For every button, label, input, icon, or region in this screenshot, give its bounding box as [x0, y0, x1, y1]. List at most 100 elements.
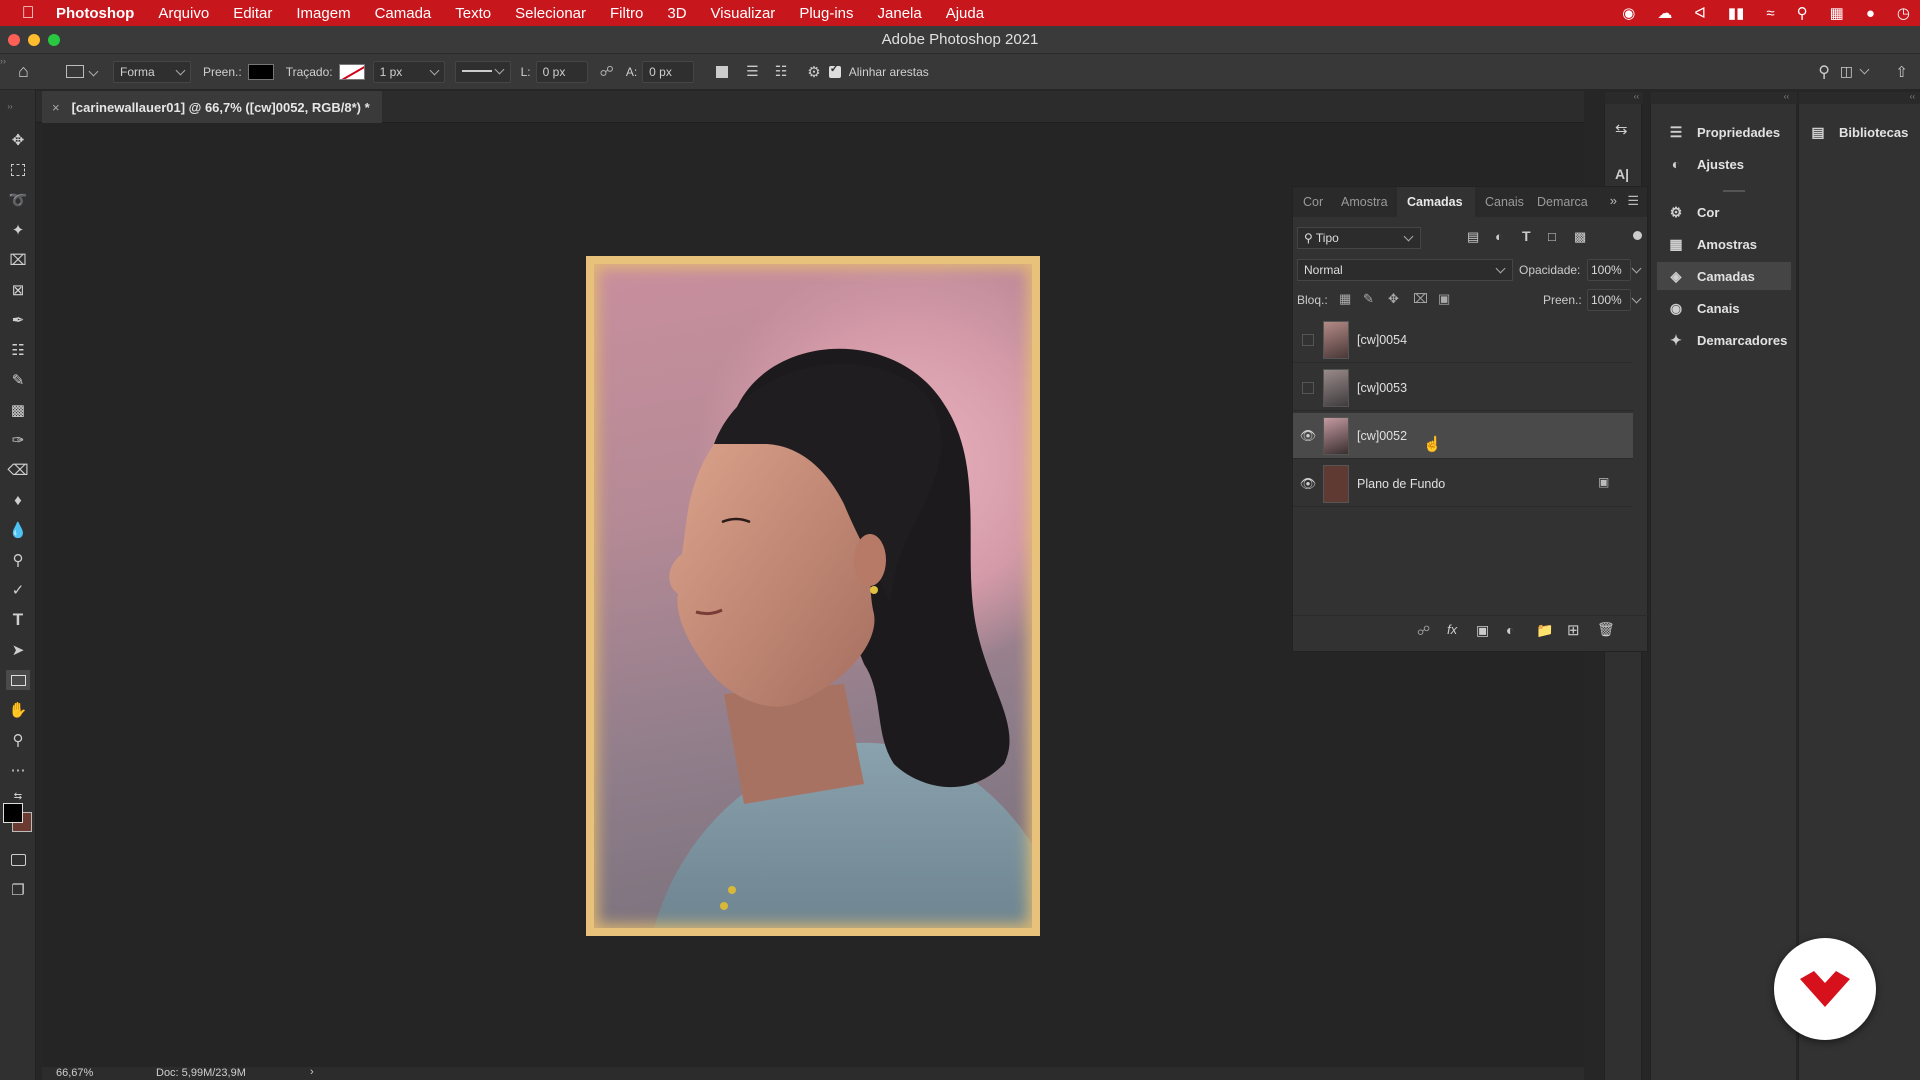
close-tab-icon[interactable]: × [52, 100, 60, 115]
character-panel-icon[interactable]: A| [1615, 166, 1629, 182]
adjustment-layer-icon[interactable]: ◐ [1506, 622, 1514, 638]
pen-tool-icon[interactable]: ✓ [8, 580, 28, 600]
eyedropper-tool-icon[interactable]: ✒ [8, 310, 28, 330]
dock-amostras[interactable]: ▦ Amostras [1657, 230, 1791, 258]
blur-tool-icon[interactable]: 💧 [8, 520, 28, 540]
filter-pixel-icon[interactable]: ▤ [1467, 229, 1479, 245]
filter-smart-object-icon[interactable]: ▩ [1574, 229, 1586, 245]
width-input[interactable]: 0 px [535, 60, 588, 83]
document-image[interactable] [586, 256, 1040, 936]
menu-imagem[interactable]: Imagem [296, 5, 350, 22]
history-panel-icon[interactable]: ⇆ [1615, 120, 1628, 138]
fx-icon[interactable]: fx [1447, 622, 1457, 637]
marquee-tool-icon[interactable] [8, 160, 28, 180]
tab-amostra[interactable]: Amostra [1335, 187, 1397, 217]
doc-size-info[interactable]: Doc: 5,99M/23,9M [156, 1067, 246, 1079]
menu-editar[interactable]: Editar [233, 5, 272, 22]
tab-demarca[interactable]: Demarca [1531, 187, 1597, 217]
lock-artboard-icon[interactable]: ⌧ [1413, 291, 1428, 307]
foreground-color-swatch[interactable] [3, 803, 23, 823]
layer-row-background[interactable]: 👁 Plano de Fundo ▣ [1293, 461, 1633, 507]
opacity-input[interactable]: 100% [1587, 259, 1631, 281]
link-layers-icon[interactable]: ☍ [1417, 623, 1430, 639]
menu-selecionar[interactable]: Selecionar [515, 5, 586, 22]
zoom-tool-icon[interactable]: ⚲ [8, 730, 28, 750]
dock-propriedades[interactable]: ☰ Propriedades [1657, 118, 1791, 146]
path-operations-icon[interactable] [716, 65, 729, 78]
path-alignment-icon[interactable]: ☰ [746, 63, 759, 80]
bluetooth-icon[interactable]: ᐊ [1694, 4, 1706, 22]
wifi-icon[interactable]: ≈ [1766, 5, 1774, 22]
clone-stamp-tool-icon[interactable]: ▩ [8, 400, 28, 420]
filter-adjustment-icon[interactable]: ◐ [1495, 229, 1503, 244]
menu-filtro[interactable]: Filtro [610, 5, 643, 22]
paint-bucket-tool-icon[interactable]: ♦ [8, 490, 28, 510]
battery-icon[interactable]: ▮▮ [1728, 4, 1745, 22]
menu-arquivo[interactable]: Arquivo [158, 5, 209, 22]
status-arrow-icon[interactable]: › [310, 1066, 314, 1078]
more-tools-icon[interactable]: ⋯ [8, 760, 28, 780]
home-icon[interactable]: ⌂ [18, 61, 38, 82]
layer-row-cw0054[interactable]: [cw]0054 [1293, 317, 1633, 363]
menu-texto[interactable]: Texto [455, 5, 491, 22]
frame-tool-icon[interactable]: ⊠ [8, 280, 28, 300]
menu-visualizar[interactable]: Visualizar [711, 5, 776, 22]
dock-cor[interactable]: ⚙ Cor [1657, 198, 1791, 226]
stroke-width-input[interactable]: 1 px [372, 60, 445, 83]
dodge-tool-icon[interactable]: ⚲ [8, 550, 28, 570]
hand-tool-icon[interactable]: ✋ [8, 700, 28, 720]
healing-brush-tool-icon[interactable]: ☷ [8, 340, 28, 360]
path-selection-tool-icon[interactable]: ➤ [8, 640, 28, 660]
lock-all-icon[interactable]: ▣ [1438, 291, 1450, 307]
add-mask-icon[interactable]: ▣ [1476, 622, 1489, 639]
eye-icon[interactable]: 👁 [1293, 476, 1323, 492]
brush-tool-icon[interactable]: ✎ [8, 370, 28, 390]
gear-icon[interactable]: ⚙ [807, 63, 820, 81]
minimize-window-icon[interactable] [28, 34, 40, 46]
share-icon[interactable]: ⇧ [1895, 63, 1908, 81]
panel-menu-icon[interactable]: ☰ [1627, 193, 1639, 209]
move-tool-icon[interactable]: ✥ [8, 130, 28, 150]
blend-mode-select[interactable]: Normal [1297, 259, 1513, 281]
toolbar-collapse-icon[interactable]: ›› [0, 96, 20, 116]
fill-input[interactable]: 100% [1587, 289, 1631, 311]
tab-canais[interactable]: Canais [1475, 187, 1531, 217]
menu-3d[interactable]: 3D [667, 5, 686, 22]
iconcol-collapse-icon[interactable]: ‹‹ [1605, 92, 1643, 104]
menu-janela[interactable]: Janela [878, 5, 922, 22]
tab-cor[interactable]: Cor [1293, 187, 1335, 217]
align-edges-checkbox[interactable]: ✓ [828, 63, 841, 78]
dock-demarcadores[interactable]: ✦ Demarcadores [1657, 326, 1791, 354]
opacity-dropdown-icon[interactable] [1631, 263, 1642, 274]
document-tab[interactable]: × [carinewallauer01] @ 66,7% ([cw]0052, … [42, 91, 382, 123]
lock-image-icon[interactable]: ✎ [1363, 291, 1374, 307]
layer-row-cw0053[interactable]: [cw]0053 [1293, 365, 1633, 411]
close-window-icon[interactable] [8, 34, 20, 46]
filter-toggle[interactable] [1633, 231, 1642, 240]
siri-icon[interactable]: ● [1866, 5, 1875, 22]
filter-shape-icon[interactable]: □ [1548, 229, 1556, 244]
search-icon[interactable]: ⚲ [1818, 62, 1830, 82]
layer-visibility-toggle[interactable] [1302, 333, 1314, 346]
tool-preset-picker[interactable] [66, 65, 99, 78]
shape-mode-select[interactable]: Forma [113, 60, 191, 83]
quick-mask-icon[interactable] [8, 850, 28, 870]
menu-camada[interactable]: Camada [375, 5, 432, 22]
stroke-type-select[interactable] [454, 60, 511, 83]
dock-ajustes[interactable]: ◐ Ajustes [1657, 150, 1791, 178]
tab-camadas[interactable]: Camadas [1397, 187, 1475, 217]
layer-visibility-toggle[interactable] [1302, 381, 1314, 394]
dock-camadas[interactable]: ◈ Camadas [1657, 262, 1791, 290]
layer-name[interactable]: Plano de Fundo [1357, 477, 1445, 491]
dock-bibliotecas[interactable]: ▤ Bibliotecas [1803, 118, 1917, 146]
layer-name[interactable]: [cw]0052 [1357, 429, 1407, 443]
height-input[interactable]: 0 px [642, 60, 695, 83]
type-tool-icon[interactable]: T [8, 610, 28, 630]
lock-transparency-icon[interactable]: ▦ [1339, 291, 1351, 307]
dock-collapse-icon[interactable]: ‹‹ [1651, 92, 1797, 104]
magic-wand-tool-icon[interactable]: ✦ [8, 220, 28, 240]
eraser-tool-icon[interactable]: ⌫ [7, 460, 28, 480]
stroke-color-swatch[interactable] [338, 63, 365, 80]
lock-position-icon[interactable]: ✥ [1388, 291, 1399, 307]
control-center-icon[interactable]: ▦ [1830, 4, 1844, 22]
